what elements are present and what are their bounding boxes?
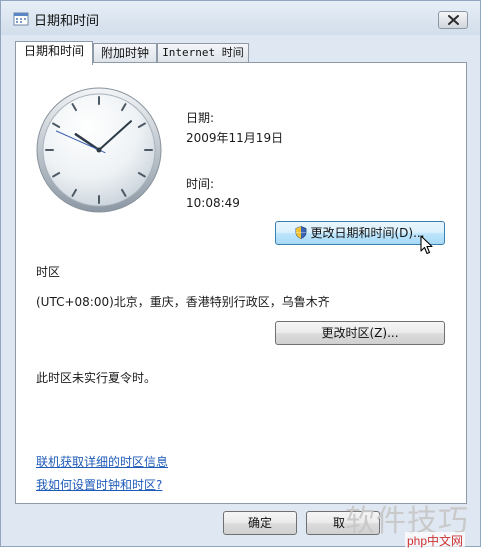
close-icon bbox=[448, 15, 459, 25]
mouse-pointer-icon bbox=[420, 235, 433, 255]
change-date-time-label: 更改日期和时间(D)... bbox=[310, 226, 425, 240]
change-timezone-button[interactable]: 更改时区(Z)... bbox=[275, 321, 445, 345]
tab-additional-clocks[interactable]: 附加时钟 bbox=[93, 43, 157, 63]
online-timezone-info-link[interactable]: 联机获取详细的时区信息 bbox=[36, 453, 168, 470]
ok-button[interactable]: 确定 bbox=[223, 511, 297, 535]
ok-label: 确定 bbox=[247, 516, 272, 530]
tab-label: Internet 时间 bbox=[162, 46, 244, 59]
timezone-value: (UTC+08:00)北京，重庆，香港特别行政区，乌鲁木齐 bbox=[36, 295, 330, 309]
cancel-button[interactable]: 取 bbox=[306, 511, 380, 535]
date-value: 2009年11月19日 bbox=[186, 131, 284, 145]
tab-internet-time[interactable]: Internet 时间 bbox=[157, 43, 249, 63]
date-time-dialog: 日期和时间 日期和时间 附加时钟 Internet 时间 日期: 2009年11… bbox=[0, 0, 481, 549]
how-to-set-clock-link[interactable]: 我如何设置时钟和时区? bbox=[36, 476, 162, 493]
dst-note: 此时区未实行夏令时。 bbox=[36, 371, 157, 385]
uac-shield-icon bbox=[296, 226, 307, 239]
tab-panel-date-time: 日期: 2009年11月19日 时间: 10:08:49 更改日期和时间(D).… bbox=[15, 62, 467, 504]
watermark-sub: php中文网 bbox=[405, 532, 466, 549]
window-title: 日期和时间 bbox=[34, 14, 100, 29]
title-bar[interactable]: 日期和时间 bbox=[1, 1, 480, 35]
date-label: 日期: bbox=[186, 111, 215, 125]
close-button[interactable] bbox=[438, 11, 468, 29]
section-divider bbox=[102, 270, 446, 271]
change-timezone-label: 更改时区(Z)... bbox=[321, 326, 399, 340]
time-label: 时间: bbox=[186, 177, 215, 191]
cancel-label: 取 bbox=[333, 516, 346, 530]
analog-clock bbox=[36, 87, 162, 213]
calendar-icon bbox=[13, 12, 29, 26]
tab-label: 附加时钟 bbox=[100, 46, 149, 60]
tab-date-time[interactable]: 日期和时间 bbox=[15, 41, 93, 65]
tab-label: 日期和时间 bbox=[23, 44, 84, 58]
time-value: 10:08:49 bbox=[186, 196, 240, 210]
timezone-section-label: 时区 bbox=[36, 265, 61, 279]
